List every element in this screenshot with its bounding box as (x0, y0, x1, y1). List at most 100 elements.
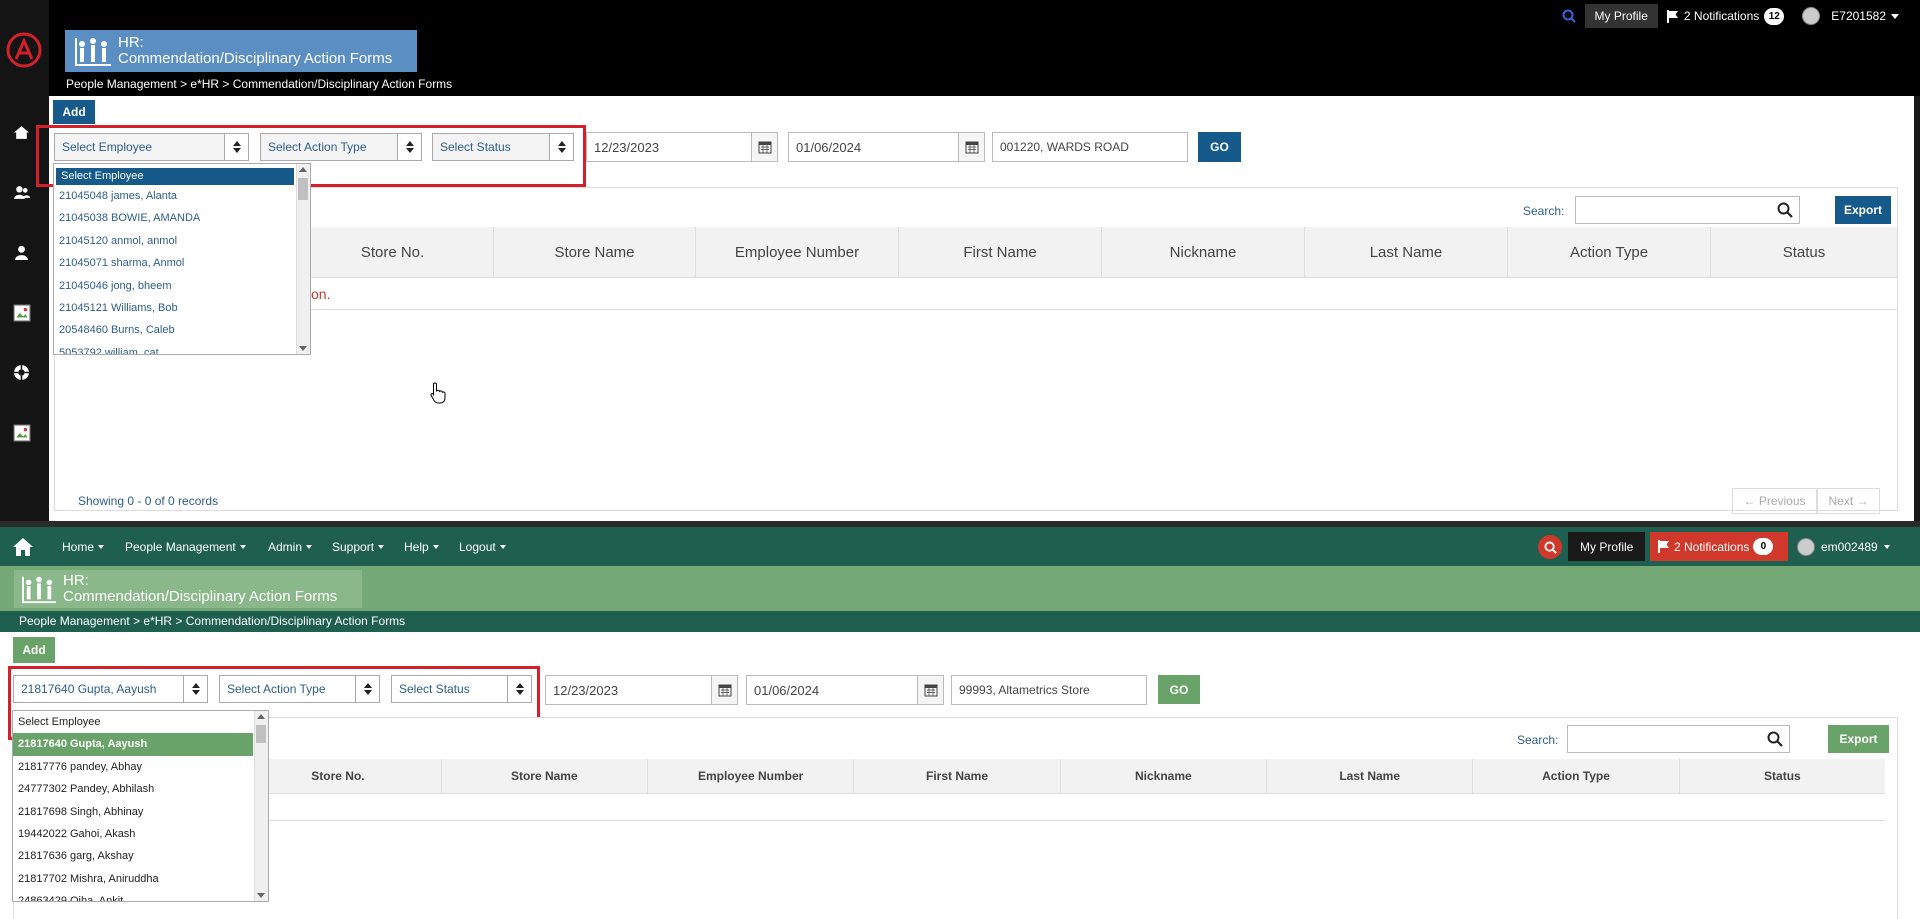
notifications-label: 2 Notifications (1683, 9, 1760, 23)
search-icon (1777, 202, 1793, 218)
user-icon[interactable] (13, 244, 30, 261)
column-header[interactable]: Status (1678, 759, 1885, 793)
nav-admin[interactable]: Admin (268, 527, 313, 566)
list-item-selected[interactable]: 21817640 Gupta, Aayush (13, 733, 253, 756)
list-item[interactable]: Select Employee (13, 711, 268, 733)
list-item[interactable]: 24863429 Ojha, Ankit (13, 890, 268, 901)
nav-admin-label: Admin (268, 539, 303, 554)
table-header: Store No. Store Name Employee Number Fir… (55, 227, 1897, 278)
column-header[interactable]: Last Name (1304, 227, 1507, 277)
list-item[interactable]: 21045121 Williams, Bob (54, 297, 310, 319)
breadcrumb[interactable]: People Management > e*HR > Commendation/… (66, 77, 452, 91)
page-title-banner: HR: Commendation/Disciplinary Action For… (65, 30, 417, 72)
column-header[interactable]: First Name (853, 759, 1059, 793)
search-button[interactable] (1538, 535, 1562, 559)
list-item[interactable]: 21045071 sharma, Anmol (54, 252, 310, 274)
column-header[interactable]: Action Type (1472, 759, 1678, 793)
calendar-icon[interactable] (751, 133, 777, 161)
dropdown-scrollbar[interactable] (254, 711, 268, 901)
list-item[interactable]: 24777302 Pandey, Abhilash (13, 778, 268, 800)
list-item[interactable]: 21817698 Singh, Abhinay (13, 801, 268, 823)
end-date-value: 01/06/2024 (796, 139, 862, 155)
go-button[interactable]: GO (1158, 675, 1200, 704)
page-title-line2: Commendation/Disciplinary Action Forms (118, 50, 393, 67)
dropdown-scrollbar[interactable] (296, 164, 310, 354)
support-icon[interactable] (13, 364, 30, 381)
user-menu[interactable]: E7201582 (1793, 4, 1908, 28)
end-date-field[interactable]: 01/06/2024 (746, 675, 944, 705)
column-header[interactable]: Employee Number (646, 759, 853, 793)
column-header[interactable]: Store Name (440, 759, 647, 793)
start-date-value: 12/23/2023 (553, 682, 619, 698)
search-input[interactable] (1575, 196, 1800, 224)
search-toggle[interactable] (1553, 4, 1585, 28)
start-date-value: 12/23/2023 (594, 139, 660, 155)
next-button[interactable]: Next → (1817, 488, 1880, 514)
add-button[interactable]: Add (53, 100, 95, 124)
calendar-icon[interactable] (958, 133, 984, 161)
nav-support[interactable]: Support (332, 527, 385, 566)
page-title: HR: Commendation/Disciplinary Action For… (118, 35, 392, 67)
notifications-button[interactable]: 2 Notifications 12 (1658, 4, 1793, 28)
calendar-icon[interactable] (711, 676, 737, 704)
list-item[interactable]: 21817636 garg, Akshay (13, 845, 268, 867)
my-profile-link[interactable]: My Profile (1568, 532, 1646, 561)
column-header[interactable]: Nickname (1101, 227, 1304, 277)
nav-home-label: Home (62, 539, 95, 554)
page-title-line1: HR: (63, 572, 89, 589)
nav-support-label: Support (332, 539, 375, 554)
list-item[interactable]: 20548460 Burns, Caleb (54, 319, 310, 341)
go-button[interactable]: GO (1198, 132, 1241, 162)
my-profile-link[interactable]: My Profile (1584, 4, 1658, 28)
flag-icon (1658, 540, 1669, 553)
results-card: Search: Export Store No. Store Name Empl… (54, 187, 1898, 514)
avatar (1797, 537, 1815, 556)
add-button[interactable]: Add (13, 637, 55, 663)
calendar-icon[interactable] (917, 676, 943, 704)
nav-home[interactable]: Home (62, 527, 105, 566)
list-item[interactable]: 21817702 Mishra, Aniruddha (13, 868, 268, 890)
list-item[interactable]: 21817776 pandey, Abhay (13, 756, 268, 778)
home-icon[interactable] (12, 537, 34, 557)
column-header[interactable]: First Name (898, 227, 1101, 277)
user-menu[interactable]: em002489 (1797, 527, 1890, 566)
nav-logout[interactable]: Logout (459, 527, 506, 566)
chevron-down-icon (1891, 13, 1899, 19)
users-icon[interactable] (13, 184, 30, 201)
list-item[interactable]: 21045038 BOWIE, AMANDA (54, 207, 310, 229)
home-icon[interactable] (13, 124, 30, 141)
store-field[interactable]: 001220, WARDS ROAD (992, 132, 1188, 162)
store-field[interactable]: 99993, Altametrics Store (951, 675, 1147, 705)
list-item[interactable]: 21045048 james, Alanta (54, 185, 310, 207)
column-header[interactable]: Store No. (291, 227, 493, 277)
list-item[interactable]: 19442022 Gahoi, Akash (13, 823, 268, 845)
column-header[interactable]: Nickname (1059, 759, 1266, 793)
employee-dropdown-list: Select Employee 21045048 james, Alanta 2… (53, 163, 311, 355)
search-icon (1562, 9, 1576, 23)
search-input[interactable] (1567, 725, 1790, 753)
top-navbar: Home People Management Admin Support Hel… (0, 527, 1920, 566)
list-item[interactable]: 21045120 anmol, anmol (54, 230, 310, 252)
list-item[interactable]: 5053792 william, cat (54, 342, 310, 354)
export-button[interactable]: Export (1828, 725, 1889, 753)
notifications-button[interactable]: 2 Notifications 0 (1650, 532, 1788, 561)
nav-help[interactable]: Help (404, 527, 439, 566)
start-date-field[interactable]: 12/23/2023 (586, 132, 778, 162)
broken-image-icon-2[interactable] (13, 424, 31, 442)
broken-image-icon[interactable] (13, 304, 31, 322)
list-item-selected[interactable]: Select Employee (56, 168, 294, 185)
start-date-field[interactable]: 12/23/2023 (545, 675, 738, 705)
breadcrumb[interactable]: People Management > e*HR > Commendation/… (0, 611, 1920, 632)
previous-button[interactable]: ← Previous (1732, 488, 1817, 514)
column-header[interactable]: Status (1710, 227, 1897, 277)
nav-people-management[interactable]: People Management (125, 527, 246, 566)
column-header[interactable]: Last Name (1266, 759, 1472, 793)
list-item[interactable]: 21045046 jong, bheem (54, 275, 310, 297)
column-header[interactable]: Action Type (1507, 227, 1710, 277)
end-date-field[interactable]: 01/06/2024 (788, 132, 985, 162)
search-icon (1543, 540, 1557, 554)
export-button[interactable]: Export (1835, 196, 1891, 224)
title-band: HR: Commendation/Disciplinary Action For… (0, 566, 1920, 611)
column-header[interactable]: Store Name (493, 227, 695, 277)
column-header[interactable]: Employee Number (695, 227, 898, 277)
